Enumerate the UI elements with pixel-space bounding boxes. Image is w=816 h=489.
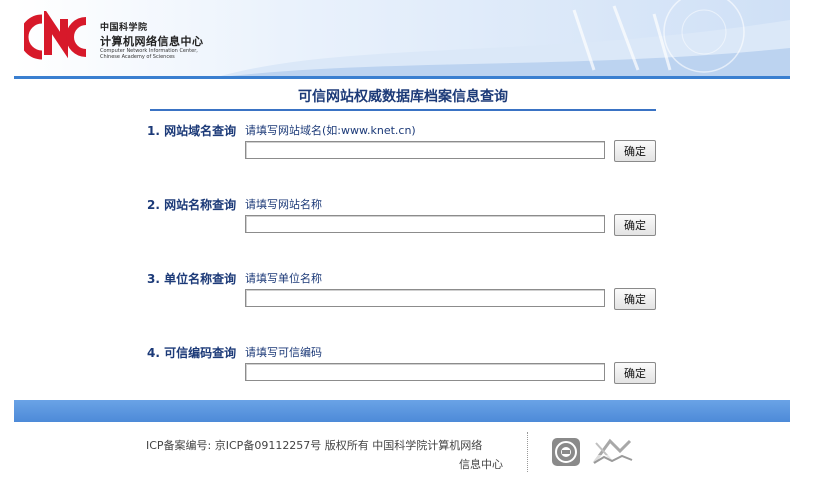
header-divider xyxy=(14,76,790,79)
page-title: 可信网站权威数据库档案信息查询 xyxy=(298,89,508,105)
query-label: 3. 单位名称查询 xyxy=(147,272,237,286)
org-name-en-line2: Chinese Academy of Sciences xyxy=(100,54,175,60)
page-header: 中国科学院 计算机网络信息中心 Computer Network Informa… xyxy=(14,0,790,78)
cdec-logo-icon[interactable] xyxy=(590,437,634,467)
query-label: 4. 可信编码查询 xyxy=(147,346,237,360)
certificate-seal-icon[interactable] xyxy=(551,437,581,467)
trust-code-query-input[interactable] xyxy=(245,363,605,381)
organization-query-input[interactable] xyxy=(245,289,605,307)
domain-query-input[interactable] xyxy=(245,141,605,159)
cnic-logo-icon xyxy=(24,11,86,60)
footer-copyright-line2: 信息中心 xyxy=(459,458,503,471)
query-hint: 请填写单位名称 xyxy=(245,272,322,285)
organization-query-submit-button[interactable]: 确定 xyxy=(614,288,656,310)
title-divider xyxy=(150,109,656,111)
site-name-query-input[interactable] xyxy=(245,215,605,233)
trust-code-query-submit-button[interactable]: 确定 xyxy=(614,362,656,384)
footer-divider xyxy=(527,432,528,472)
footer-copyright-line1: ICP备案编号: 京ICP备09112257号 版权所有 中国科学院计算机网络 xyxy=(146,439,483,452)
query-label: 2. 网站名称查询 xyxy=(147,198,237,212)
query-section-trust-code: 4. 可信编码查询 请填写可信编码 确定 xyxy=(147,344,667,394)
site-name-query-submit-button[interactable]: 确定 xyxy=(614,214,656,236)
org-name-cn-line2: 计算机网络信息中心 xyxy=(100,35,204,48)
query-hint: 请填写可信编码 xyxy=(245,346,322,359)
domain-query-submit-button[interactable]: 确定 xyxy=(614,140,656,162)
query-label: 1. 网站域名查询 xyxy=(147,124,237,138)
query-section-site-name: 2. 网站名称查询 请填写网站名称 确定 xyxy=(147,196,667,246)
query-section-domain: 1. 网站域名查询 请填写网站域名(如:www.knet.cn) 确定 xyxy=(147,122,667,172)
org-name-cn-line1: 中国科学院 xyxy=(100,23,148,33)
query-section-organization: 3. 单位名称查询 请填写单位名称 确定 xyxy=(147,270,667,320)
query-hint: 请填写网站名称 xyxy=(245,198,322,211)
footer-bar xyxy=(14,400,790,422)
query-hint: 请填写网站域名(如:www.knet.cn) xyxy=(245,124,416,137)
